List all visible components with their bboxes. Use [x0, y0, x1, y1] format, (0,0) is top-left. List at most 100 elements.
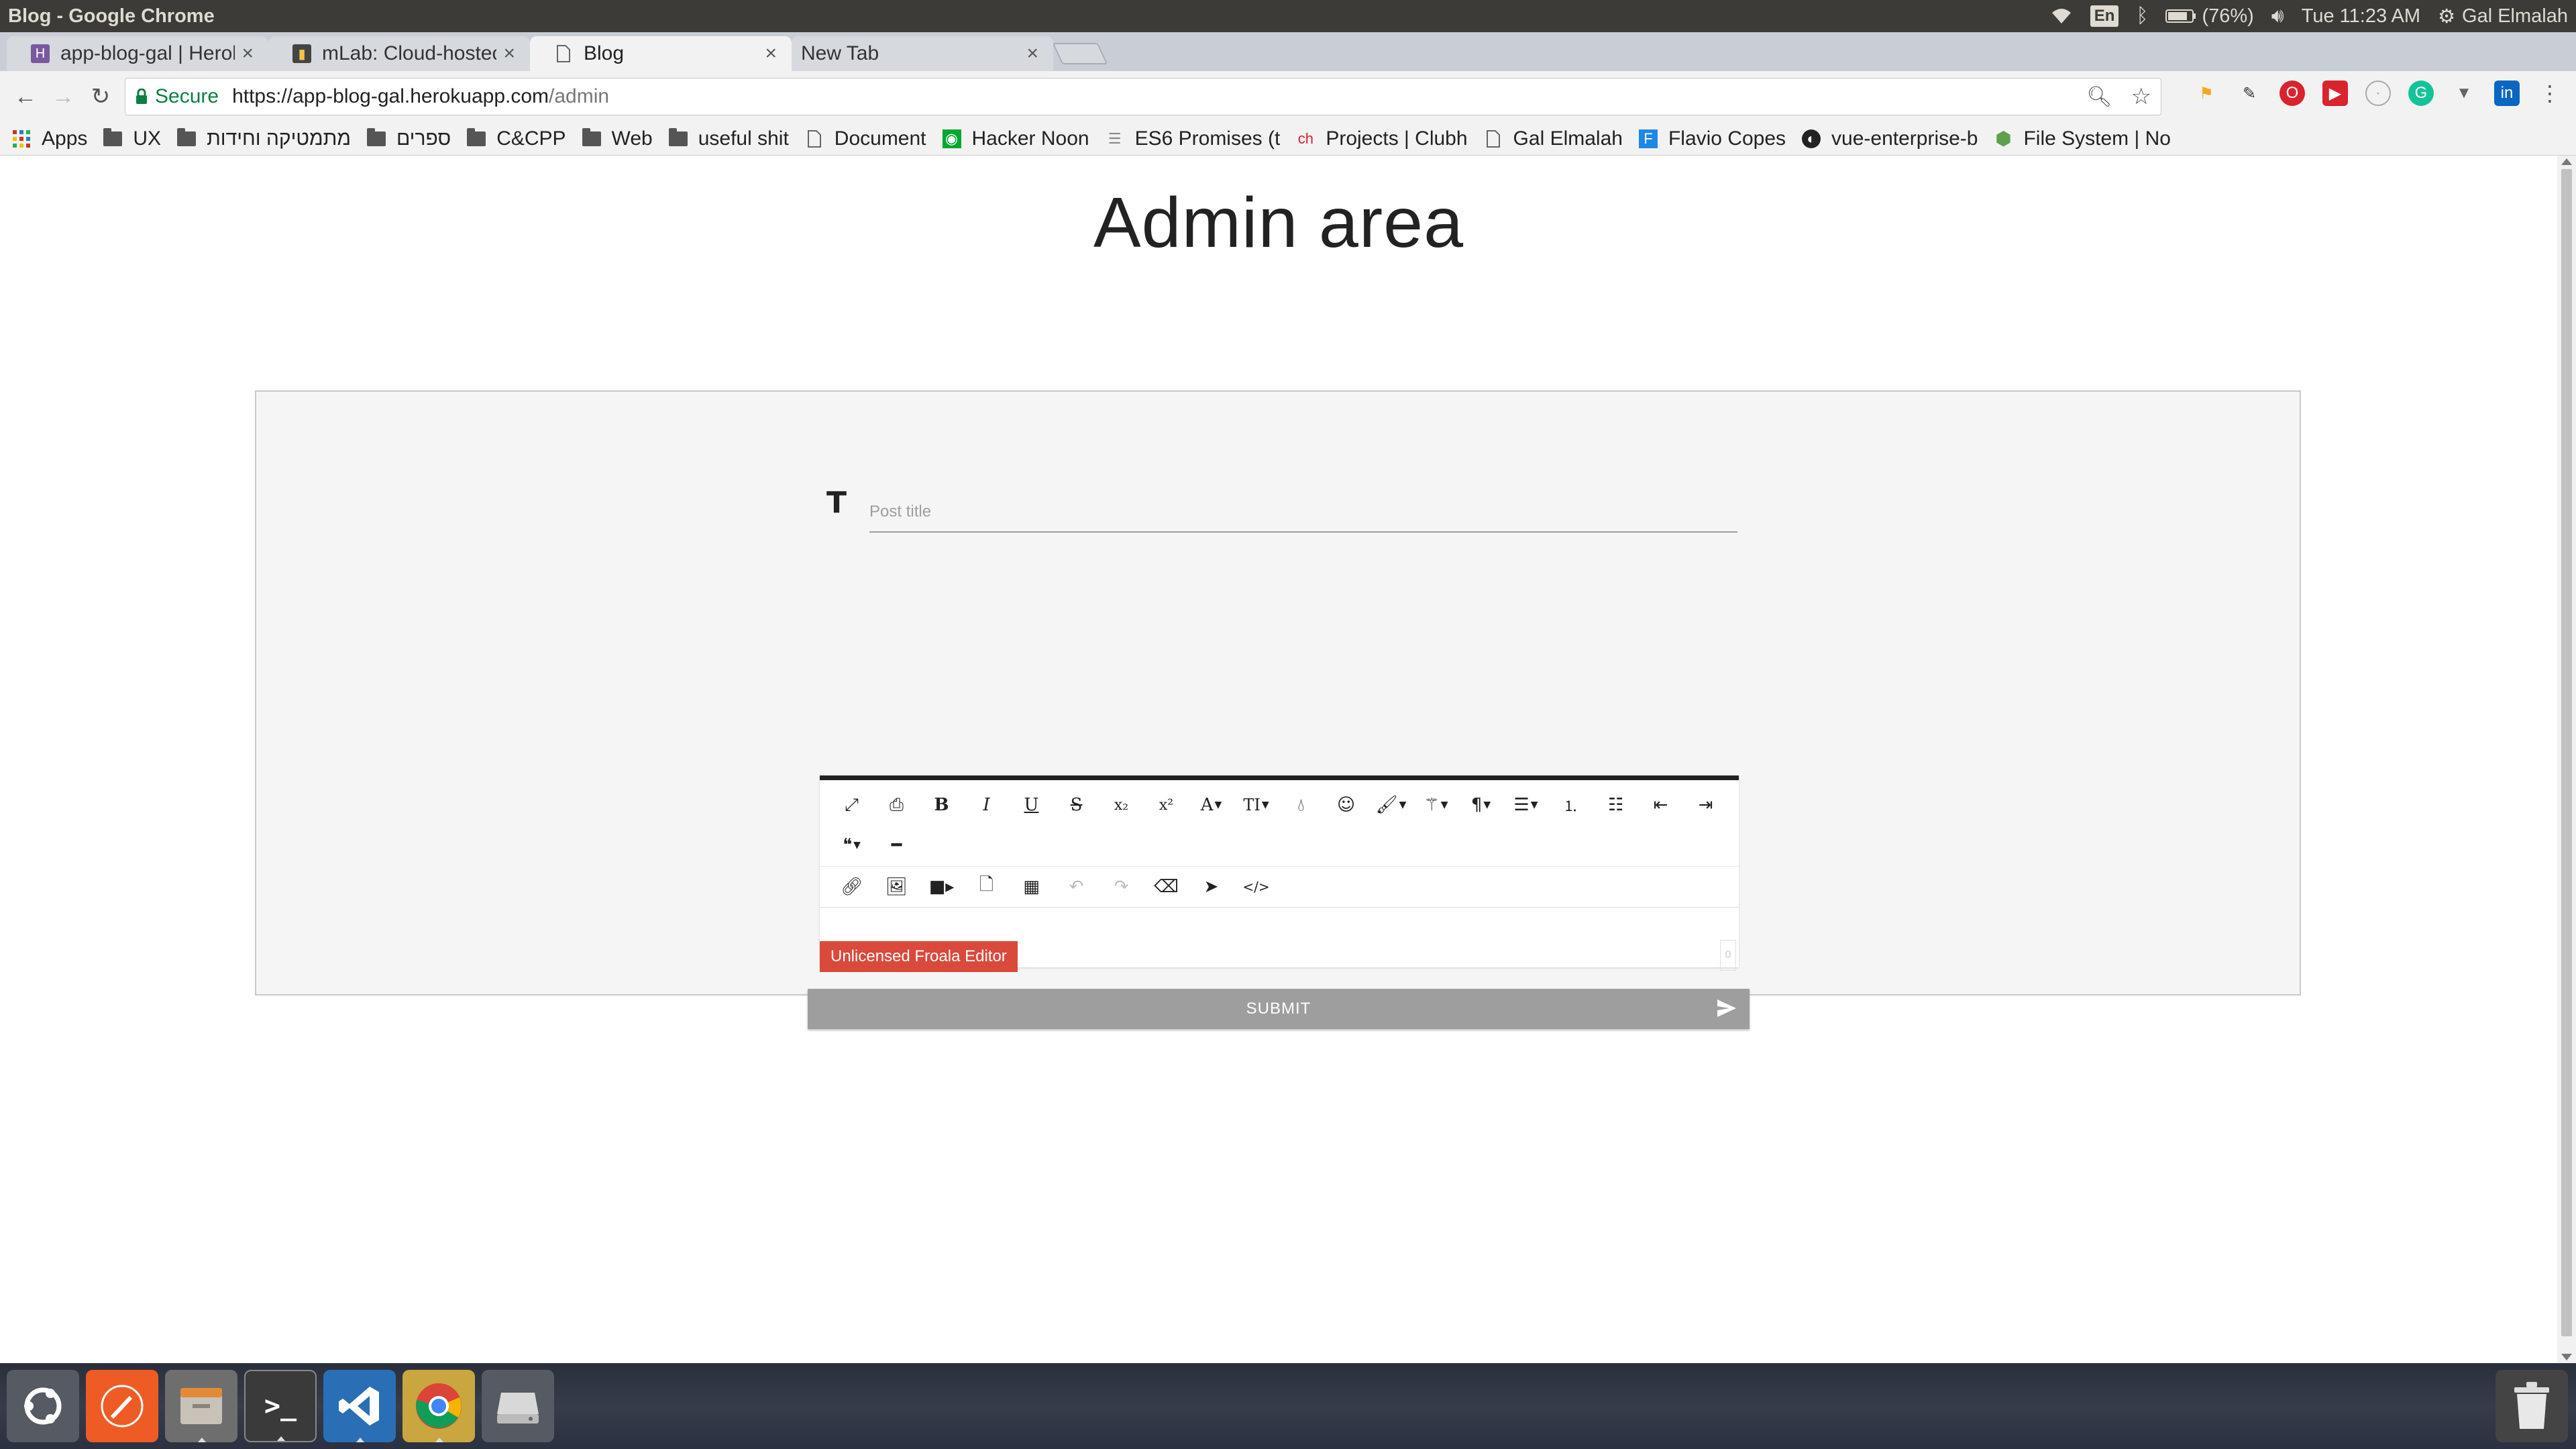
magic-wand-icon[interactable]: ⚚ ▼: [1413, 788, 1458, 822]
outdent-icon[interactable]: ⇤: [1638, 788, 1683, 822]
emoticons-icon[interactable]: ☺: [1324, 788, 1368, 822]
strikethrough-icon[interactable]: S: [1054, 788, 1099, 822]
print-icon[interactable]: ⎙: [874, 788, 919, 822]
volume-icon[interactable]: 🔊︎: [2271, 5, 2284, 28]
close-tab-icon[interactable]: ×: [765, 42, 777, 65]
new-tab-button[interactable]: [1052, 43, 1108, 64]
unordered-list-icon[interactable]: ☷: [1593, 788, 1638, 822]
close-tab-icon[interactable]: ×: [241, 42, 254, 65]
bookmark-flavio[interactable]: F Flavio Copes: [1638, 127, 1786, 150]
clock[interactable]: Tue 11:23 AM: [2302, 5, 2420, 28]
bookmark-useful[interactable]: useful shit: [668, 127, 789, 150]
underline-icon[interactable]: U: [1009, 788, 1054, 822]
superscript-icon[interactable]: x²: [1144, 788, 1189, 822]
bookmark-document[interactable]: Document: [805, 127, 926, 150]
vscode-icon[interactable]: [323, 1370, 396, 1442]
bookmark-es6-promises[interactable]: ☰ ES6 Promises (t: [1106, 127, 1281, 150]
table-icon[interactable]: ▦: [1009, 870, 1054, 904]
extension-grammarly-icon[interactable]: G: [2408, 80, 2434, 106]
post-title-input[interactable]: [869, 492, 1737, 533]
fullscreen-icon[interactable]: ⤢: [829, 788, 874, 822]
color-icon[interactable]: 💧︎: [1279, 788, 1324, 822]
bookmark-books[interactable]: ספרים: [366, 127, 451, 150]
undo-icon[interactable]: ↶: [1054, 870, 1099, 904]
indent-icon[interactable]: ⇥: [1683, 788, 1728, 822]
zoom-search-icon[interactable]: 🔍︎: [2086, 85, 2112, 109]
font-family-icon[interactable]: A ▼: [1189, 788, 1234, 822]
disk-icon[interactable]: [482, 1370, 554, 1442]
subscript-icon[interactable]: x₂: [1099, 788, 1144, 822]
align-icon[interactable]: ☰ ▼: [1503, 788, 1548, 822]
page-scrollbar[interactable]: [2557, 156, 2576, 1363]
wifi-icon[interactable]: [2050, 7, 2073, 25]
bookmark-vue-enterprise[interactable]: ◐ vue-enterprise-b: [1802, 127, 1978, 150]
unlicensed-badge[interactable]: Unlicensed Froala Editor: [820, 941, 1018, 972]
bookmark-clubhouse[interactable]: ch Projects | Clubh: [1296, 127, 1468, 150]
reload-button[interactable]: ↻: [82, 78, 119, 115]
submit-button[interactable]: SUBMIT: [808, 989, 1750, 1029]
bookmark-file-system[interactable]: ⬢ File System | No: [1994, 127, 2171, 150]
extension-eyedropper-icon[interactable]: ✎: [2237, 80, 2262, 106]
file-icon[interactable]: 🗋︎: [964, 870, 1009, 904]
tab-mlab[interactable]: ▮ mLab: Cloud-hostec ×: [268, 36, 530, 71]
extension-opera-icon[interactable]: O: [2279, 80, 2305, 106]
back-button[interactable]: ←: [7, 78, 44, 115]
forward-button[interactable]: →: [44, 78, 82, 115]
bluetooth-icon[interactable]: ᛒ: [2136, 5, 2148, 28]
select-all-icon[interactable]: ➤: [1189, 870, 1234, 904]
battery-indicator[interactable]: (76%): [2165, 5, 2254, 28]
font-size-icon[interactable]: TI ▼: [1234, 788, 1279, 822]
bookmark-star-icon[interactable]: ☆: [2131, 83, 2151, 110]
horizontal-line-icon[interactable]: ━: [874, 828, 919, 862]
send-icon: [1717, 1000, 1736, 1017]
link-icon[interactable]: 🔗︎: [829, 870, 874, 904]
code-view-icon[interactable]: </>: [1234, 870, 1279, 904]
tab-new-tab[interactable]: New Tab ×: [792, 36, 1053, 71]
postman-icon[interactable]: [86, 1370, 158, 1442]
bold-icon[interactable]: B: [919, 788, 964, 822]
submit-label: SUBMIT: [1246, 1000, 1311, 1018]
folder-icon: [177, 127, 197, 146]
ubuntu-dash-icon[interactable]: [7, 1370, 79, 1442]
scroll-up-icon[interactable]: [2561, 158, 2572, 165]
paint-brush-icon[interactable]: 🖌︎ ▼: [1368, 788, 1413, 822]
close-tab-icon[interactable]: ×: [1026, 42, 1038, 65]
user-menu[interactable]: ⚙ Gal Elmalah: [2438, 5, 2568, 28]
editor-content-area[interactable]: Unlicensed Froala Editor 0: [820, 910, 1739, 972]
tab-blog[interactable]: Blog ×: [530, 36, 792, 71]
extension-record-icon[interactable]: ▶: [2322, 80, 2348, 106]
chrome-menu-icon[interactable]: ⋮: [2537, 80, 2563, 106]
ordered-list-icon[interactable]: ⒈: [1548, 788, 1593, 822]
terminal-icon[interactable]: >_: [244, 1370, 317, 1442]
quote-icon[interactable]: ❝ ▼: [829, 828, 874, 862]
files-icon[interactable]: [165, 1370, 237, 1442]
paragraph-format-icon[interactable]: ¶ ▼: [1458, 788, 1503, 822]
redo-icon[interactable]: ↷: [1099, 870, 1144, 904]
extension-vue-icon[interactable]: ▼: [2451, 80, 2477, 106]
trash-icon[interactable]: [2496, 1370, 2568, 1442]
scrollbar-thumb[interactable]: [2561, 169, 2572, 1336]
bookmark-ux[interactable]: UX: [103, 127, 161, 150]
close-tab-icon[interactable]: ×: [503, 42, 515, 65]
keyboard-layout[interactable]: En: [2090, 5, 2119, 27]
clear-formatting-icon[interactable]: ⌫: [1144, 870, 1189, 904]
chrome-icon[interactable]: [402, 1370, 475, 1442]
scroll-down-icon[interactable]: [2561, 1354, 2572, 1360]
secure-indicator[interactable]: Secure: [135, 85, 219, 108]
bookmark-ccpp[interactable]: C&CPP: [467, 127, 566, 150]
video-icon[interactable]: ■▸: [919, 870, 964, 904]
bookmark-gal-elmalah[interactable]: Gal Elmalah: [1484, 127, 1623, 150]
running-indicator: [277, 1436, 285, 1441]
bookmark-apps[interactable]: Apps: [12, 127, 87, 150]
bookmark-label: ES6 Promises (t: [1134, 127, 1281, 150]
tab-heroku[interactable]: H app-blog-gal | Herol ×: [7, 36, 268, 71]
image-icon[interactable]: 🖼︎: [874, 870, 919, 904]
bookmark-math[interactable]: מתמטיקה וחידות: [177, 127, 351, 150]
extension-flag-icon[interactable]: ⚑: [2194, 80, 2219, 106]
bookmark-web[interactable]: Web: [582, 127, 653, 150]
extension-circle-icon[interactable]: ·: [2365, 80, 2391, 106]
italic-icon[interactable]: I: [964, 788, 1009, 822]
address-bar[interactable]: Secure https://app-blog-gal.herokuapp.co…: [125, 78, 2161, 115]
bookmark-hacker-noon[interactable]: ◉ Hacker Noon: [942, 127, 1089, 150]
extension-linkedin-icon[interactable]: in: [2494, 80, 2520, 106]
